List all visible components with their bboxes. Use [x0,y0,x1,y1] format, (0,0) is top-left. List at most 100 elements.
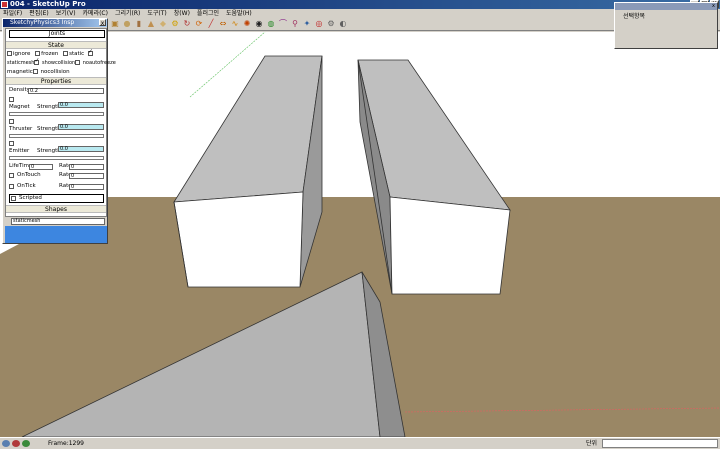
cube-icon[interactable]: ◆ [158,19,168,29]
ignore-checkbox[interactable] [7,51,12,56]
menu-view[interactable]: 보기(V) [56,9,76,18]
staticmesh-checkbox[interactable] [34,57,39,65]
geo-location-icon[interactable] [2,440,10,447]
thruster-label: Thruster [9,126,33,132]
scene-drawing [0,32,720,437]
physics-panel-close-button[interactable]: x [99,19,106,27]
shapes-header: Shapes [6,205,106,213]
magnetic-checkbox[interactable] [32,69,38,74]
sketchup-app-icon [1,1,8,8]
showcollision-label: showcollision [42,60,76,66]
ontick-rate-input[interactable]: 0 [69,184,104,190]
status-bar: Frame:1299 단위 [0,437,720,448]
scripted-box: Scripted [9,194,104,203]
sphere-icon[interactable]: ● [122,19,132,29]
menu-bar: 파일(F) 편집(E) 보기(V) 카메라(C) 그리기(R) 도구(T) 창(… [0,9,720,18]
showcollision-checkbox[interactable] [75,60,81,65]
static-label: static [69,51,85,57]
selection-panel-title: 선택항목 [623,13,646,20]
density-label: Density [9,87,30,93]
emitter-checkbox[interactable] [9,141,14,146]
3d-viewport[interactable] [0,32,720,437]
nocollision-label: nocollision [40,69,70,75]
physics-panel-body: Joints State ignore frozen static static… [5,28,116,217]
magnet-checkbox[interactable] [9,97,14,102]
shape-select[interactable]: staticmesh [11,218,105,225]
left-box-front [173,191,304,288]
joints-button[interactable]: Joints [9,30,105,38]
line-icon[interactable]: ╱ [206,19,216,29]
emitter-label: Emitter [9,148,30,154]
sketchup-window: 004 - SketchUp Pro _ □ × 파일(F) 편집(E) 보기(… [0,0,720,448]
globe-icon[interactable]: ◍ [266,19,276,29]
status-text: Frame:1299 [48,440,84,447]
thruster-strength-slider[interactable] [9,134,104,138]
scripted-label: Scripted [19,195,42,201]
ontick-label: OnTick [17,183,36,189]
cone-icon[interactable]: ▲ [146,19,156,29]
magnet-icon[interactable]: ⌒ [278,19,288,29]
settings-icon[interactable]: ⚙ [326,19,336,29]
help-icon[interactable] [22,440,30,447]
ignore-label: ignore [13,51,31,57]
thruster-strength-input[interactable]: 0.0 [58,124,104,130]
frozen-checkbox[interactable] [35,51,41,56]
record-icon[interactable]: ◎ [314,19,324,29]
ontouch-label: OnTouch [17,172,41,178]
emitter-strength-input[interactable]: 0.0 [58,146,104,152]
lifetime-input[interactable]: 0 [29,164,53,170]
measurements-label: 단위 [586,440,598,447]
density-input[interactable]: 0.2 [28,88,104,94]
gear-icon[interactable]: ✺ [242,19,252,29]
rate-input[interactable]: 0 [69,164,104,170]
static-checkbox[interactable] [63,51,69,56]
emitter-strength-slider[interactable] [9,156,104,160]
selection-panel: x 선택항목 [614,2,718,49]
box-icon[interactable]: ▣ [110,19,120,29]
menu-plugins[interactable]: 플러그인 [197,9,219,18]
title-bar: 004 - SketchUp Pro _ □ × [0,0,720,9]
eye-icon[interactable]: ◐ [338,19,348,29]
left-box-top [173,55,323,203]
ball-icon[interactable]: ◉ [254,19,264,29]
magnetic-label: magnetic [7,69,33,75]
menu-draw[interactable]: 그리기(R) [115,9,140,18]
hinge-icon[interactable]: ↻ [182,19,192,29]
slider-icon[interactable]: ⇔ [218,19,228,29]
selection-panel-close-button[interactable]: x [711,4,716,9]
menu-edit[interactable]: 편집(E) [29,9,49,18]
menu-tools[interactable]: 도구(T) [147,9,166,18]
selection-panel-title-bar: x [615,3,717,10]
physics-panel-title-bar: SketchyPhysics3 Insp x [3,19,107,27]
state-row-2: staticmesh showcollision noautofreeze [7,57,116,67]
toolbar: ↖▭◈▢⇕▶❚■⟲▣●▮▲◆⚙↻⟳╱⇔∿✺◉◍⌒⚲✦◎⚙◐ [0,18,720,31]
ontouch-rate-input[interactable]: 0 [69,173,104,179]
magnet-strength-slider[interactable] [9,112,104,116]
magnet-strength-input[interactable]: 0.0 [58,102,104,108]
credits-icon[interactable] [12,440,20,447]
servo-icon[interactable]: ⟳ [194,19,204,29]
spring-icon[interactable]: ∿ [230,19,240,29]
menu-help[interactable]: 도움말(H) [226,9,252,18]
measurements-input[interactable] [602,439,718,448]
menu-file[interactable]: 파일(F) [3,9,22,18]
ontouch-checkbox[interactable] [9,173,14,178]
state-row-1: ignore frozen static [7,48,107,58]
pin-icon[interactable]: ⚲ [290,19,300,29]
physics-inspector-panel: SketchyPhysics3 Insp x Joints State igno… [2,18,116,244]
wand-icon[interactable]: ✦ [302,19,312,29]
magnet-label: Magnet [9,104,30,110]
scripted-checkbox[interactable] [11,196,16,201]
physics-panel-footer [5,226,107,243]
state-row-3: magnetic nocollision [7,68,107,76]
ontick-checkbox[interactable] [9,184,14,189]
right-box-front [389,196,511,295]
menu-camera[interactable]: 카메라(C) [83,9,108,18]
window-title: 004 - SketchUp Pro [10,0,86,8]
static-check-mark[interactable] [87,48,93,56]
joint-icon[interactable]: ⚙ [170,19,180,29]
cylinder-icon[interactable]: ▮ [134,19,144,29]
thruster-checkbox[interactable] [9,119,14,124]
frozen-label: frozen [41,51,59,57]
menu-window[interactable]: 창(W) [174,9,190,18]
